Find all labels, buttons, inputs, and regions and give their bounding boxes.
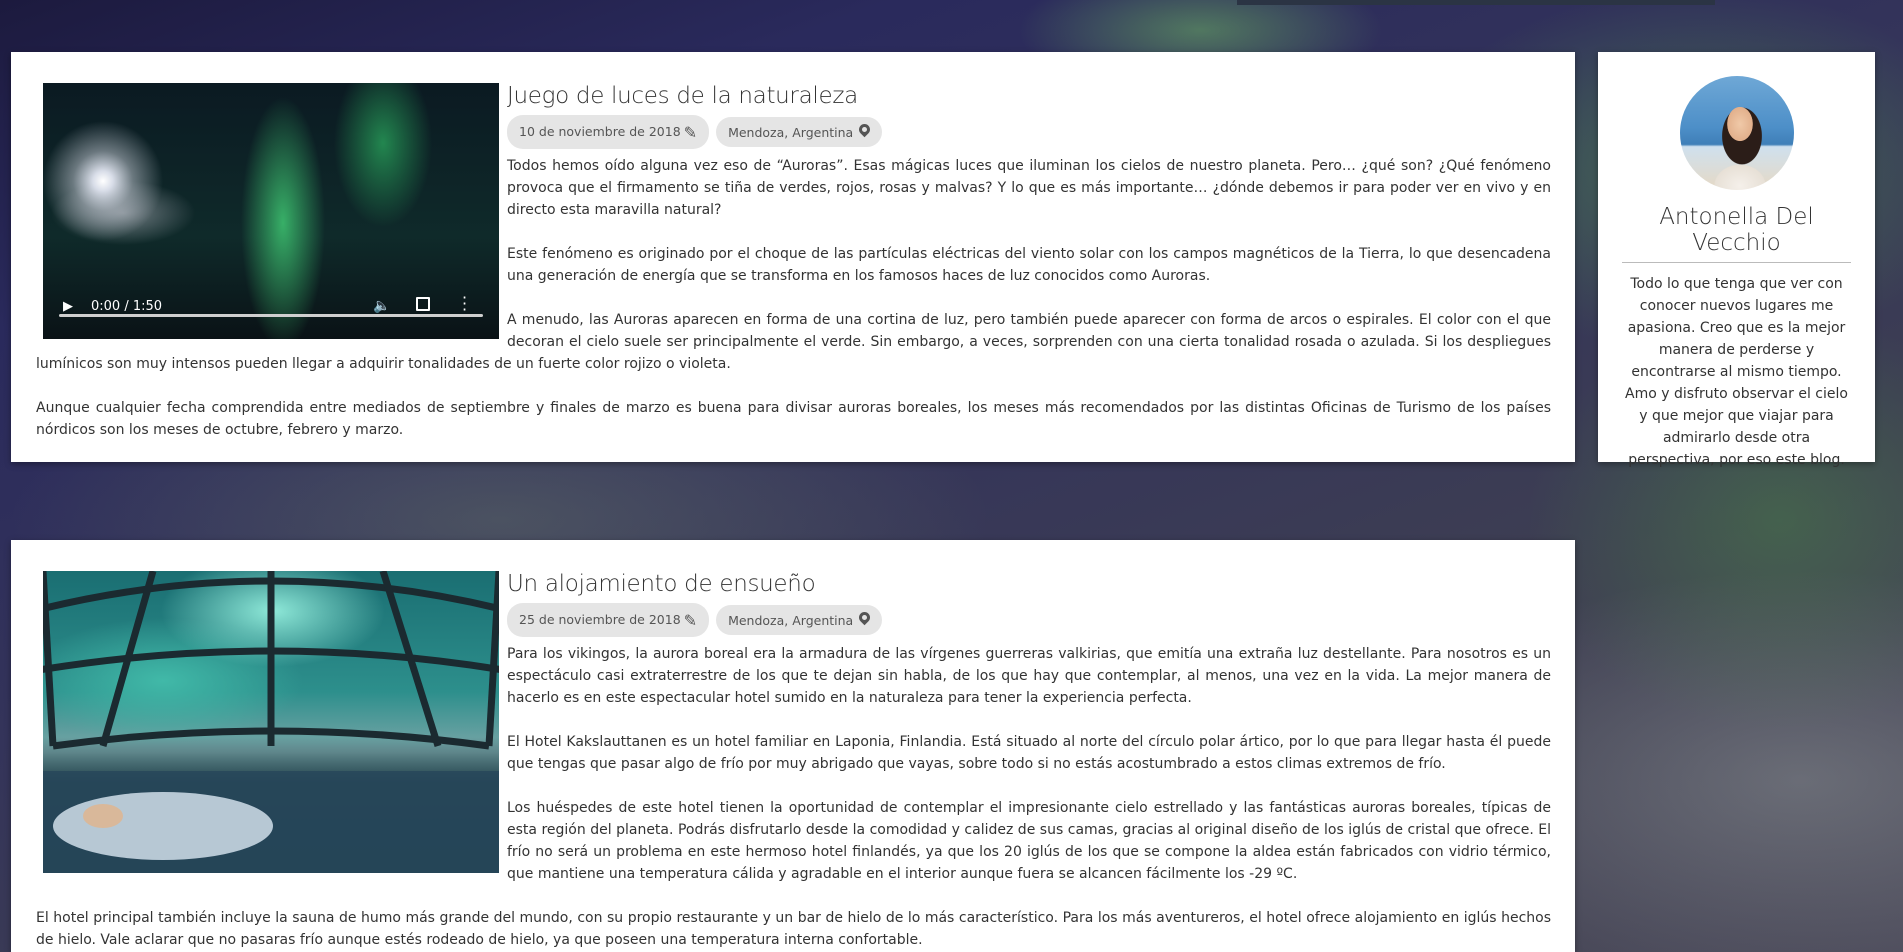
author-name: Antonella Del Vecchio: [1622, 204, 1851, 263]
post-image: [43, 571, 499, 873]
post-paragraph: El hotel principal también incluye la sa…: [36, 910, 1551, 948]
location-badge: Mendoza, Argentina: [716, 117, 883, 147]
map-pin-icon: [856, 609, 873, 626]
location-badge: Mendoza, Argentina: [716, 605, 883, 635]
video-player[interactable]: ▶ 0:00 / 1:50 🔈 · · ·: [43, 83, 499, 339]
pencil-icon: ✎: [683, 611, 698, 630]
post-location: Mendoza, Argentina: [728, 613, 854, 628]
post-paragraph: Aunque cualquier fecha comprendida entre…: [36, 400, 1551, 438]
more-vertical-icon[interactable]: · · ·: [462, 290, 467, 318]
play-icon[interactable]: ▶: [63, 299, 73, 314]
post-date: 10 de noviembre de 2018: [519, 124, 681, 139]
post-location: Mendoza, Argentina: [728, 125, 854, 140]
post-date: 25 de noviembre de 2018: [519, 612, 681, 627]
top-bar-edge: [1237, 0, 1715, 5]
author-profile-card: Antonella Del Vecchio Todo lo que tenga …: [1598, 52, 1875, 468]
blog-post-card: ▶ 0:00 / 1:50 🔈 · · · Juego de luces de la…: [11, 52, 1575, 462]
igloo-frame-graphic: [43, 571, 499, 873]
video-time: 0:00 / 1:50: [91, 299, 163, 314]
volume-icon[interactable]: 🔈: [373, 298, 390, 314]
video-progress-bar[interactable]: [59, 314, 483, 317]
avatar: [1679, 76, 1794, 190]
map-pin-icon: [856, 121, 873, 138]
video-controls: ▶ 0:00 / 1:50 🔈 · · ·: [43, 279, 499, 339]
date-badge: 25 de noviembre de 2018 ✎: [507, 603, 710, 637]
pencil-icon: ✎: [683, 123, 698, 142]
blog-post-card: Un alojamiento de ensueño 25 de noviembr…: [11, 540, 1575, 952]
fullscreen-icon[interactable]: [416, 297, 430, 311]
date-badge: 10 de noviembre de 2018 ✎: [507, 115, 710, 149]
author-bio: Todo lo que tenga que ver con conocer nu…: [1625, 276, 1848, 468]
